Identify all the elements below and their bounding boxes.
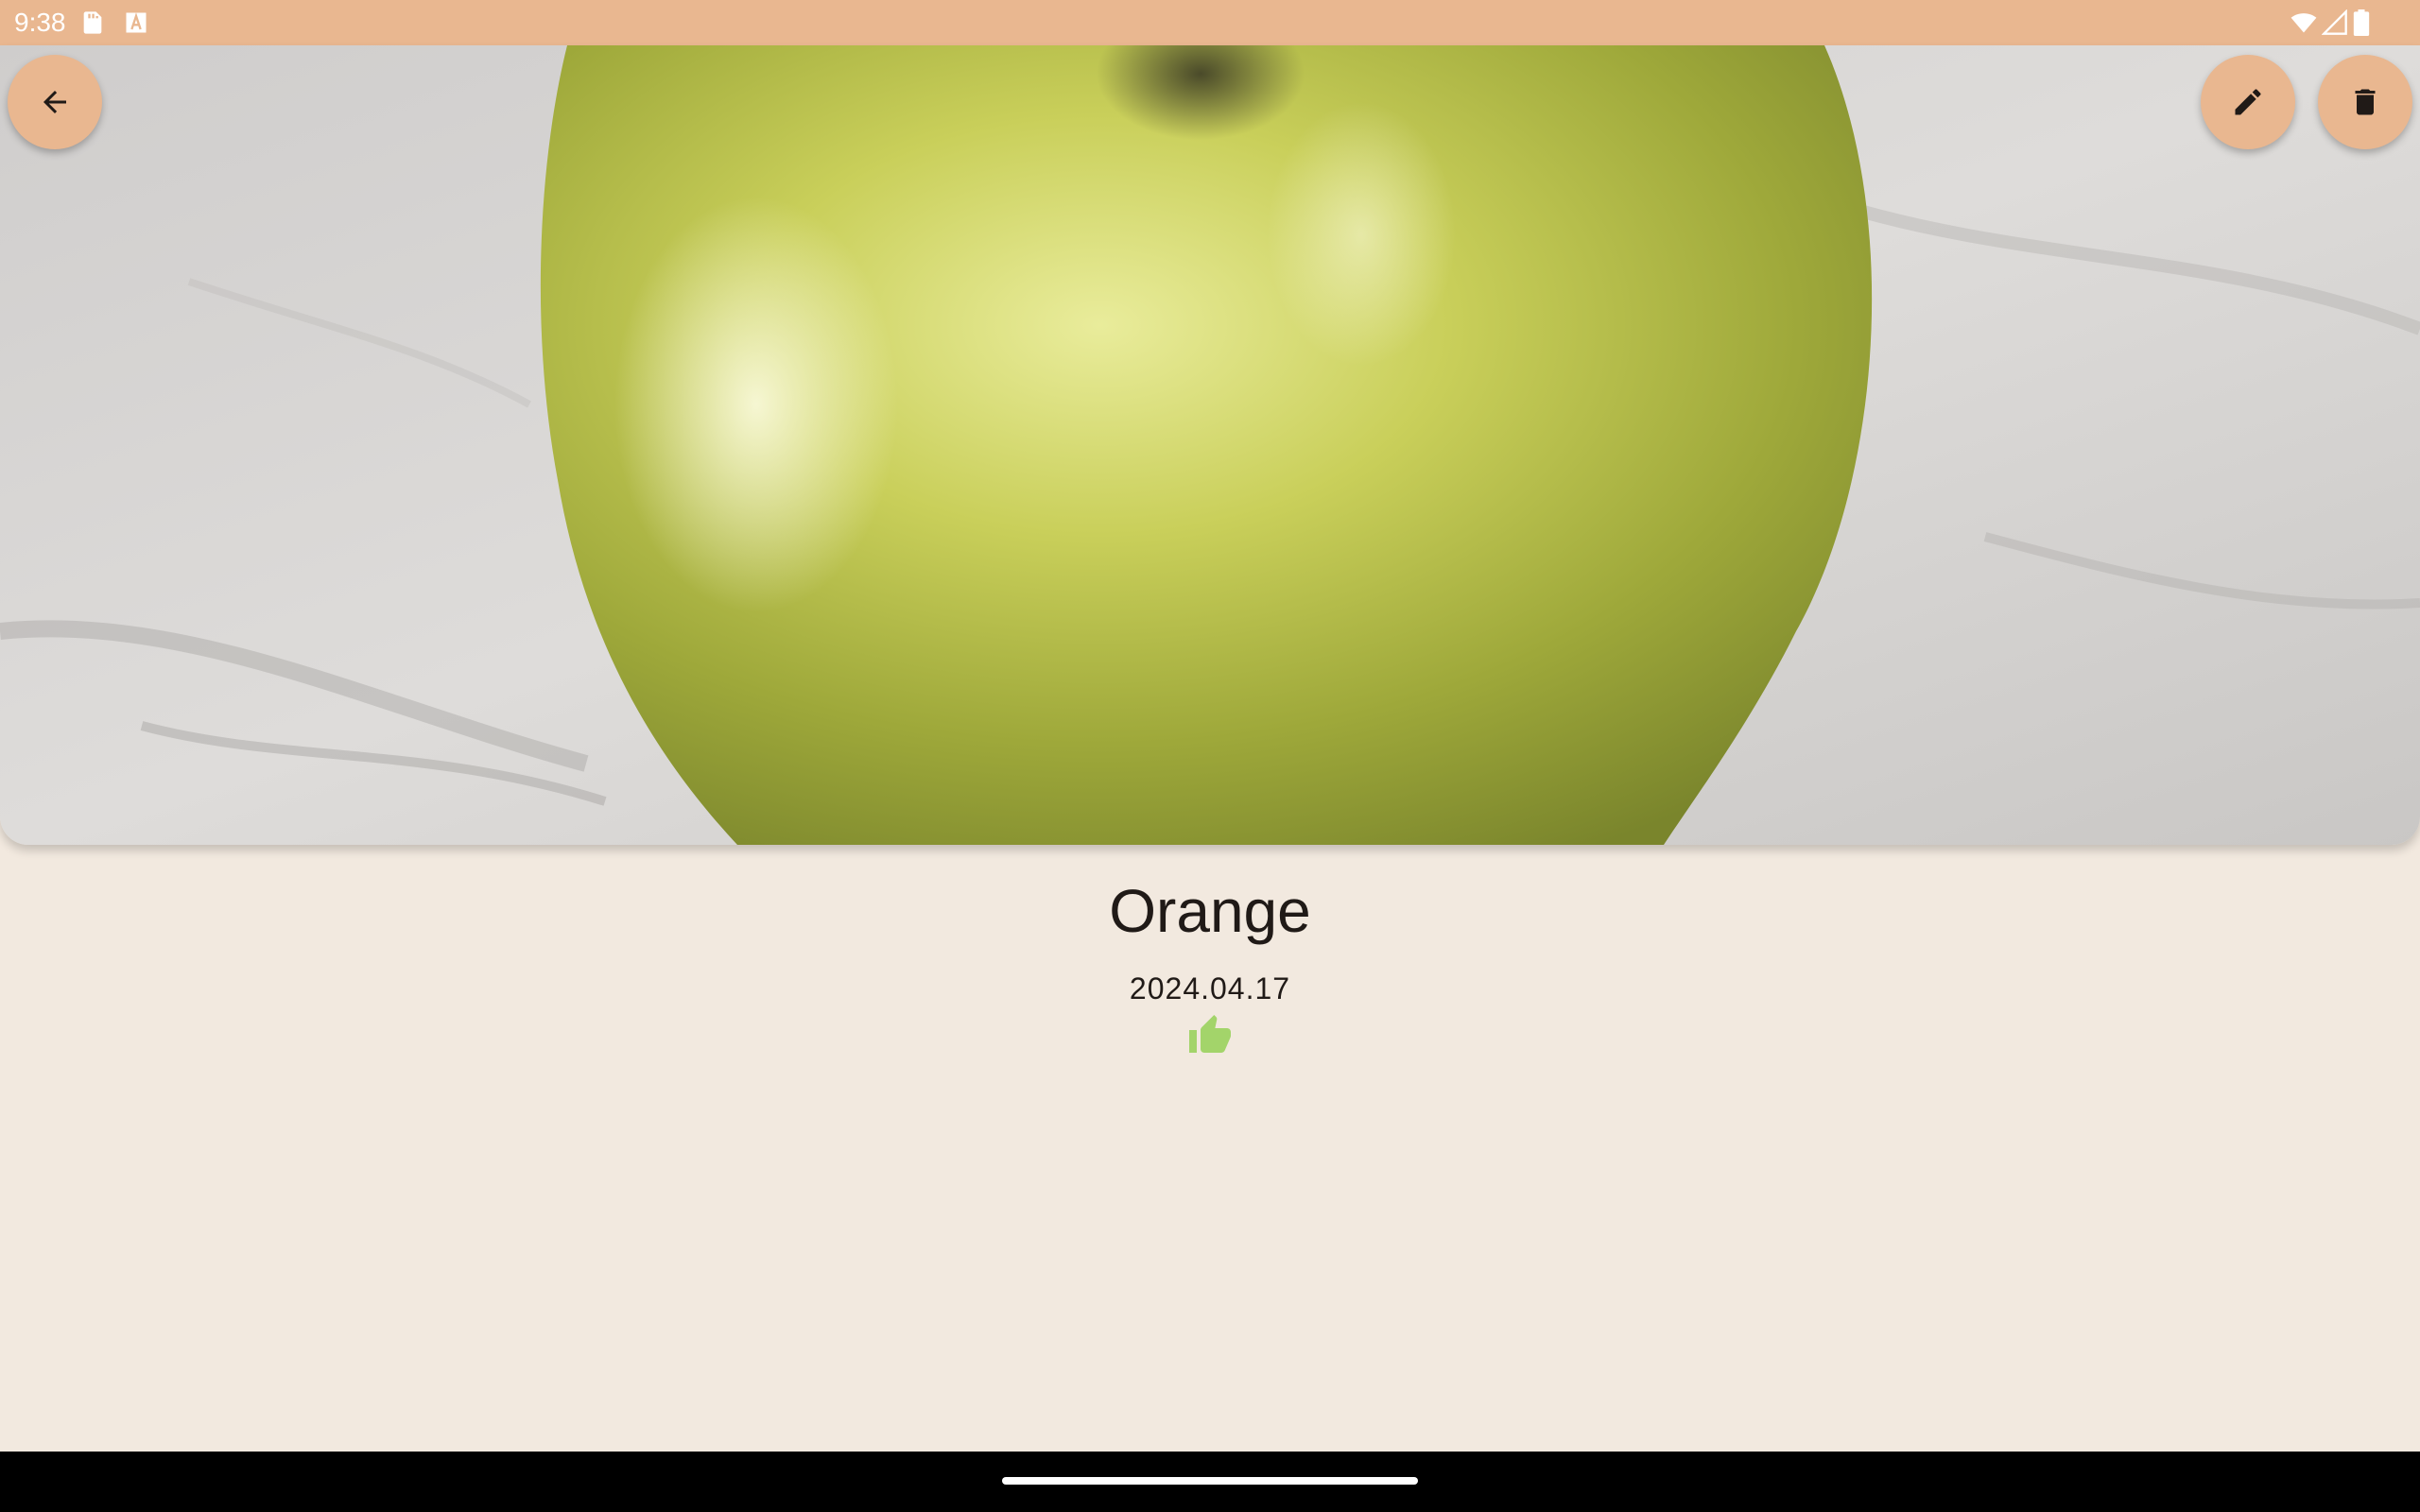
text-a-icon	[123, 9, 149, 36]
battery-icon	[2352, 9, 2371, 37]
edit-button[interactable]	[2201, 55, 2295, 149]
home-gesture-handle[interactable]	[1002, 1477, 1418, 1485]
wifi-icon	[2290, 9, 2317, 36]
signal-icon	[2321, 9, 2348, 36]
sd-card-icon	[79, 9, 106, 36]
item-title: Orange	[1109, 877, 1311, 945]
item-detail-screen: 9:38 Orange 2024.04.17	[0, 0, 2420, 1512]
arrow-back-icon	[38, 85, 72, 119]
back-button[interactable]	[8, 55, 102, 149]
status-time: 9:38	[14, 8, 66, 37]
delete-button[interactable]	[2318, 55, 2412, 149]
thumb-up-icon	[1187, 1013, 1233, 1058]
item-date: 2024.04.17	[1129, 971, 1291, 1005]
item-photo	[0, 45, 2420, 845]
pencil-icon	[2231, 85, 2265, 119]
trash-icon	[2348, 85, 2382, 119]
status-bar: 9:38	[0, 0, 2420, 45]
